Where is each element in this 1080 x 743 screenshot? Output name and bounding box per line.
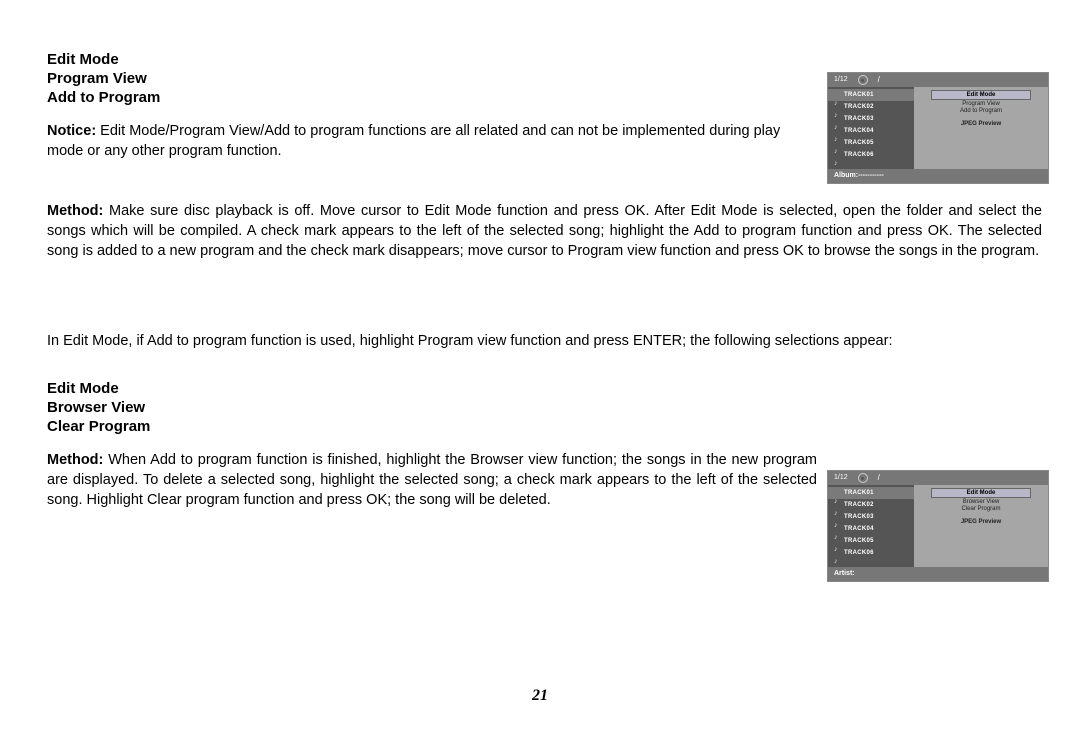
method1-paragraph: Method: Make sure disc playback is off. … — [47, 201, 1042, 261]
list-item: TRACK03 — [828, 113, 914, 125]
method2-label: Method: — [47, 452, 103, 468]
disc-icon — [858, 75, 868, 85]
notice-paragraph: Notice: Edit Mode/Program View/Add to pr… — [47, 121, 807, 161]
notice-text: Edit Mode/Program View/Add to program fu… — [47, 123, 780, 159]
method1-label: Method: — [47, 203, 103, 219]
method2-text: When Add to program function is finished… — [47, 452, 817, 508]
figure1-menu: Edit Mode Program View Add to Program JP… — [914, 87, 1048, 169]
heading-edit-mode-2: Edit Mode — [47, 379, 1042, 398]
list-item: TRACK02 — [828, 101, 914, 113]
menu-add-to-program: Add to Program — [960, 108, 1002, 114]
figure2-menu: Edit Mode Browser View Clear Program JPE… — [914, 485, 1048, 567]
list-item: TRACK05 — [828, 535, 914, 547]
figure2-track-list: TRACK01 TRACK02 TRACK03 TRACK04 TRACK05 … — [828, 485, 914, 567]
music-note-icon — [834, 104, 841, 111]
figure2-counter: 1/12 — [834, 471, 848, 485]
method2-paragraph: Method: When Add to program function is … — [47, 450, 817, 510]
method1-text: Make sure disc playback is off. Move cur… — [47, 203, 1042, 259]
music-note-icon — [834, 538, 841, 545]
music-note-icon — [834, 550, 841, 557]
slash-icon: / — [878, 73, 880, 87]
list-item: TRACK04 — [828, 125, 914, 137]
list-item: TRACK05 — [828, 137, 914, 149]
menu-program-view: Program View — [962, 101, 1000, 107]
figure2-header: 1/12 / — [828, 471, 1048, 485]
figure1-header: 1/12 / — [828, 73, 1048, 87]
list-item: TRACK06 — [828, 547, 914, 559]
music-note-icon — [834, 116, 841, 123]
menu-edit-mode: Edit Mode — [931, 488, 1031, 498]
disc-icon — [858, 473, 868, 483]
jpeg-preview-label: JPEG Preview — [961, 121, 1001, 127]
heading-clear-program: Clear Program — [47, 417, 1042, 436]
music-note-icon — [834, 92, 841, 99]
list-item: TRACK01 — [828, 487, 914, 499]
list-item: TRACK03 — [828, 511, 914, 523]
list-item: TRACK02 — [828, 499, 914, 511]
music-note-icon — [834, 152, 841, 159]
music-note-icon — [834, 140, 841, 147]
notice-label: Notice: — [47, 123, 96, 139]
music-note-icon — [834, 526, 841, 533]
menu-browser-view: Browser View — [963, 499, 1000, 505]
figure2-footer: Artist: — [828, 567, 1048, 581]
figure1-footer: Album:----------- — [828, 169, 1048, 183]
music-note-icon — [834, 128, 841, 135]
mid-paragraph: In Edit Mode, if Add to program function… — [47, 331, 1042, 351]
music-note-icon — [834, 502, 841, 509]
menu-clear-program: Clear Program — [961, 506, 1000, 512]
slash-icon: / — [878, 471, 880, 485]
section2-headings: Edit Mode Browser View Clear Program — [47, 379, 1042, 436]
list-item: TRACK04 — [828, 523, 914, 535]
list-item: TRACK06 — [828, 149, 914, 161]
figure-program-view: 1/12 / TRACK01 TRACK02 TRACK03 TRACK04 T… — [827, 72, 1049, 184]
figure1-counter: 1/12 — [834, 73, 848, 87]
jpeg-preview-label: JPEG Preview — [961, 519, 1001, 525]
figure1-track-list: TRACK01 TRACK02 TRACK03 TRACK04 TRACK05 … — [828, 87, 914, 169]
heading-browser-view: Browser View — [47, 398, 1042, 417]
music-note-icon — [834, 490, 841, 497]
heading-edit-mode: Edit Mode — [47, 50, 1042, 69]
list-item: TRACK01 — [828, 89, 914, 101]
figure-browser-view: 1/12 / TRACK01 TRACK02 TRACK03 TRACK04 T… — [827, 470, 1049, 582]
menu-edit-mode: Edit Mode — [931, 90, 1031, 100]
page-number: 21 — [0, 687, 1080, 705]
music-note-icon — [834, 514, 841, 521]
